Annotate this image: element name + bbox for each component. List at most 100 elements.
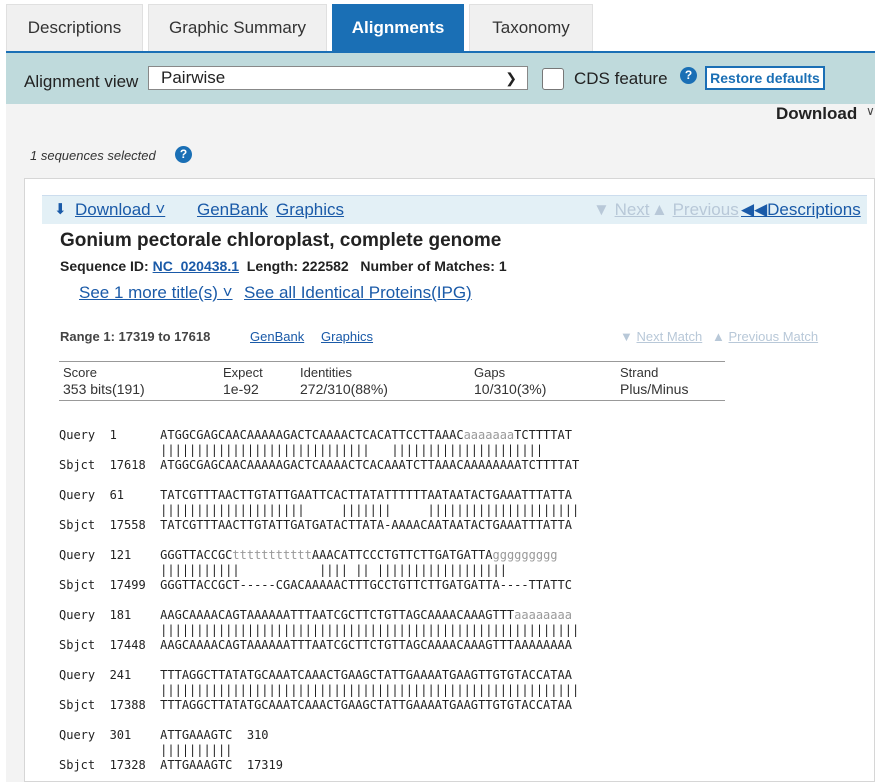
triangle-up-icon: ▲ [651,200,668,219]
tab-descriptions[interactable]: Descriptions [6,4,143,52]
stats-strand: Plus/Minus [616,380,725,401]
rewind-icon: ◀◀ [741,200,768,219]
tab-taxonomy[interactable]: Taxonomy [469,4,593,52]
match-line: ||||||||||||||||||||||||||||||||||||||||… [59,623,580,637]
next-hit-link[interactable]: ▼ Next [593,200,650,220]
range-graphics-link[interactable]: Graphics [321,329,373,344]
alignment-view-select[interactable]: Pairwise ❯ [148,66,528,90]
matches-value: 1 [498,258,507,274]
sbjct-line: Sbjct 17558 TATCGTTTAACTTGTATTGATGATACTT… [59,518,572,532]
alignment-stats-table: Score Expect Identities Gaps Strand 353 … [59,361,725,401]
stats-header-strand: Strand [616,361,725,380]
range-label: Range 1: 17319 to 17618 [60,329,211,344]
query-seq: Query 121 GGGTTACCGC [59,548,233,562]
stats-expect: 1e-92 [219,380,296,401]
descriptions-link[interactable]: ◀◀Descriptions [741,200,861,220]
triangle-up-icon: ▲ [712,329,725,344]
matches-label: Number of Matches: [360,258,495,274]
download-icon[interactable]: ⬇ [54,200,67,218]
stats-header-score: Score [59,361,219,380]
hit-genbank-link[interactable]: GenBank [197,200,268,220]
alignment-block: Query 121 GGGTTACCGCtttttttttttAAACATTCC… [59,533,572,593]
alignment-view-value: Pairwise [161,68,226,87]
hit-download-link[interactable]: Download ˅ [75,200,165,220]
query-seq-rest: AAACATTCCCTGTTCTTGATGATTA [311,548,493,562]
stats-identities: 272/310(88%) [296,380,470,401]
query-seq: Query 301 ATTGAAAGTC 310 [59,728,269,742]
query-lowercase: aaaaaaaa [514,608,572,622]
sbjct-line: Sbjct 17448 AAGCAAAACAGTAAAAAATTTAATCGCT… [59,638,572,652]
sequence-info: Sequence ID: NC_020438.1 Length: 222582 … [60,258,507,274]
more-titles-link[interactable]: See 1 more title(s) ˅ [79,283,233,303]
hit-title: Gonium pectorale chloroplast, complete g… [60,230,502,251]
alignment-block: Query 301 ATTGAAAGTC 310 |||||||||| Sbjc… [59,713,283,773]
sbjct-line: Sbjct 17388 TTTAGGCTTATATGCAAATCAAACTGAA… [59,698,572,712]
alignment-block: Query 61 TATCGTTTAACTTGTATTGAATTCACTTATA… [59,473,579,533]
length-label: Length: [246,258,299,274]
cds-feature-checkbox[interactable] [542,68,564,90]
stats-score: 353 bits(191) [59,380,219,401]
previous-match-label: Previous Match [728,329,819,344]
stats-header-expect: Expect [219,361,296,380]
sbjct-line: Sbjct 17618 ATGGCGAGCAACAAAAAGACTCAAAACT… [59,458,580,472]
triangle-down-icon: ▼ [620,329,633,344]
previous-match-link[interactable]: ▲ Previous Match [712,329,818,344]
cds-feature-label: CDS feature [574,69,668,88]
match-line: ||||||||||| |||| || |||||||||||||||||| [59,563,507,577]
sbjct-line: Sbjct 17499 GGGTTACCGCT-----CGACAAAAACTT… [59,578,572,592]
tab-graphic-summary[interactable]: Graphic Summary [148,4,327,52]
query-seq: Query 61 TATCGTTTAACTTGTATTGAATTCACTTATA… [59,488,572,502]
chevron-down-icon: ❯ [505,70,517,86]
seqid-label: Sequence ID: [60,258,149,274]
alignment-block: Query 181 AAGCAAAACAGTAAAAAATTTAATCGCTTC… [59,593,579,653]
query-seq-rest: TCTTTTAT [514,428,572,442]
hit-graphics-link[interactable]: Graphics [276,200,344,220]
alignment-block: Query 1 ATGGCGAGCAACAAAAAGACTCAAAACTCACA… [59,413,579,473]
match-line: ||||||||||||||||||||||||||||||||||||||||… [59,683,580,697]
selected-count: 1 sequences selected [30,148,156,163]
alignment-toolbar: Alignment view Pairwise ❯ CDS feature ? … [6,53,875,104]
length-value: 222582 [302,258,349,274]
triangle-down-icon: ▼ [593,200,610,219]
query-lowercase: ggggggggg [492,548,558,562]
query-seq: Query 1 ATGGCGAGCAACAAAAAGACTCAAAACTCACA… [59,428,464,442]
alignment-view-label: Alignment view [24,72,139,91]
query-line: Query 241 TTTAGGCTTATATGCAAATCAAACTGAAGC… [59,668,572,682]
match-line: |||||||||||||||||||| ||||||| |||||||||||… [59,503,580,517]
query-seq: Query 181 AAGCAAAACAGTAAAAAATTTAATCGCTTC… [59,608,515,622]
match-line: ||||||||||||||||||||||||||||| ||||||||||… [59,443,544,457]
next-match-link[interactable]: ▼ Next Match [620,329,702,344]
more-titles-label: See 1 more title(s) [79,283,218,302]
chevron-down-icon[interactable]: ∨ [866,104,875,118]
seqid-link[interactable]: NC_020438.1 [153,258,239,274]
query-lowercase: ttttttttttt [232,548,312,562]
descriptions-label: Descriptions [767,200,861,219]
download-menu-button[interactable]: Download [776,104,857,124]
result-tabs: Descriptions Graphic Summary Alignments … [6,4,598,52]
range-genbank-link[interactable]: GenBank [250,329,304,344]
query-seq: Query 241 TTTAGGCTTATATGCAAATCAAACTGAAGC… [59,668,572,682]
query-line: Query 181 AAGCAAAACAGTAAAAAATTTAATCGCTTC… [59,608,572,622]
stats-header-gaps: Gaps [470,361,616,380]
previous-hit-label: Previous [672,200,739,219]
query-line: Query 1 ATGGCGAGCAACAAAAAGACTCAAAACTCACA… [59,428,572,442]
identical-proteins-link[interactable]: See all Identical Proteins(IPG) [244,283,472,303]
hit-download-label: Download [75,200,151,219]
restore-defaults-button[interactable]: Restore defaults [705,66,825,90]
alignment-block: Query 241 TTTAGGCTTATATGCAAATCAAACTGAAGC… [59,653,579,713]
query-line: Query 61 TATCGTTTAACTTGTATTGAATTCACTTATA… [59,488,572,502]
match-line: |||||||||| [59,743,233,757]
chevron-down-icon: ˅ [222,283,233,302]
next-hit-label: Next [614,200,650,219]
next-match-label: Next Match [636,329,703,344]
sbjct-line: Sbjct 17328 ATTGAAAGTC 17319 [59,758,283,772]
stats-gaps: 10/310(3%) [470,380,616,401]
tab-alignments[interactable]: Alignments [332,4,464,52]
previous-hit-link[interactable]: ▲ Previous [651,200,739,220]
query-lowercase: aaaaaaa [463,428,515,442]
help-icon[interactable]: ? [680,67,697,84]
query-line: Query 301 ATTGAAAGTC 310 [59,728,269,742]
help-icon[interactable]: ? [175,146,192,163]
query-line: Query 121 GGGTTACCGCtttttttttttAAACATTCC… [59,548,558,562]
stats-header-identities: Identities [296,361,470,380]
